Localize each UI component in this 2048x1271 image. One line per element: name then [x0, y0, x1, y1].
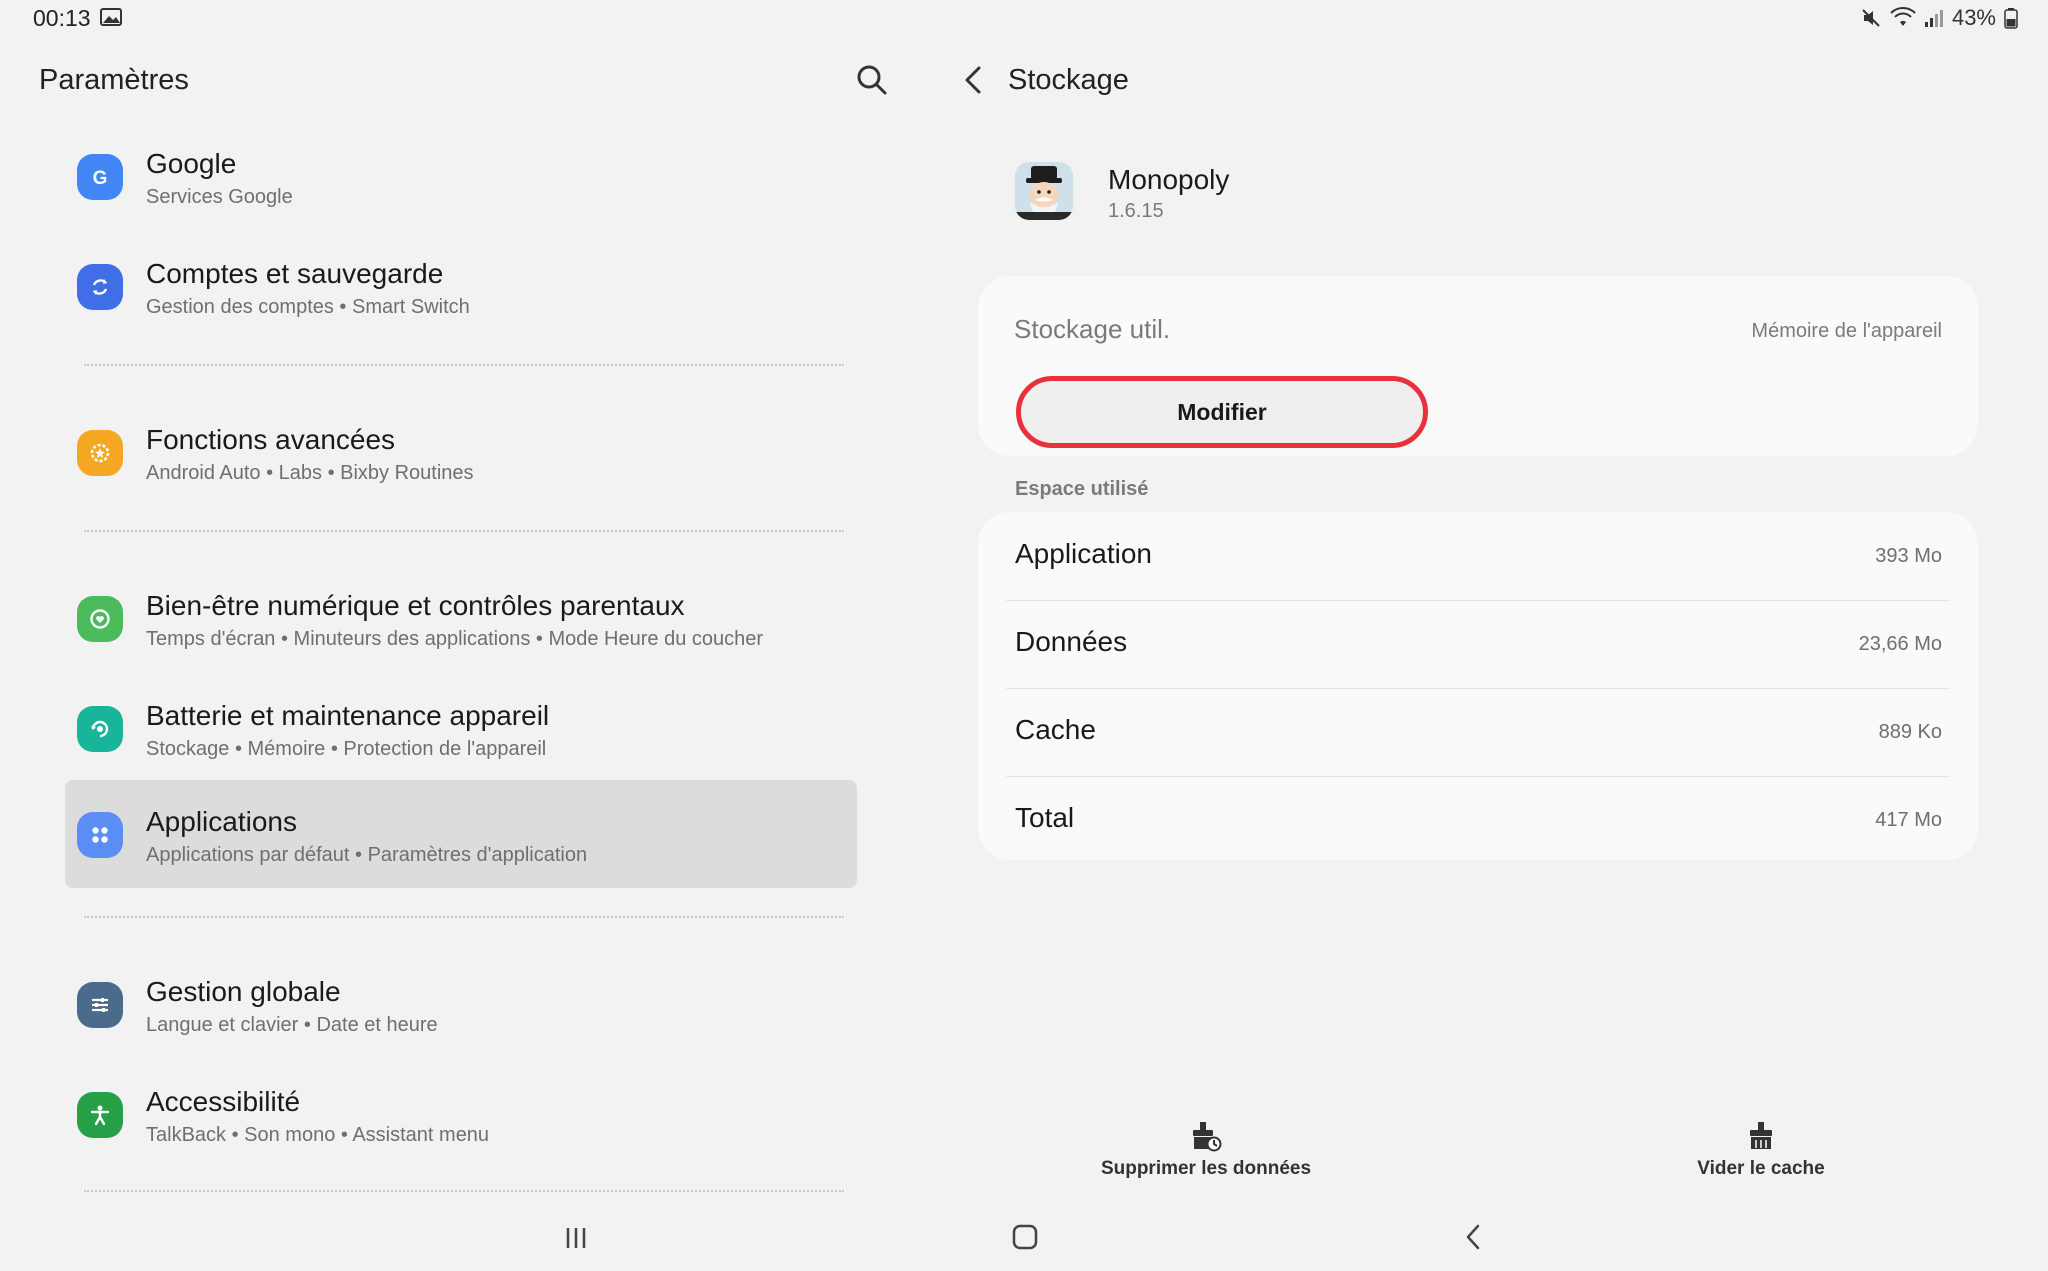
- storage-label: Stockage util.: [1014, 314, 1171, 344]
- back-icon[interactable]: [1452, 1218, 1496, 1258]
- usage-value: 417 Mo: [1875, 809, 1942, 831]
- menu-item-title: Fonctions avancées: [146, 424, 396, 455]
- modify-button[interactable]: Modifier: [1016, 376, 1428, 448]
- menu-item-google[interactable]: G Google Services Google: [65, 124, 857, 232]
- storage-title: Stockage: [1008, 64, 1129, 96]
- menu-item-digital-wellbeing[interactable]: Bien-être numérique et contrôles parenta…: [65, 566, 857, 674]
- screen: 00:13 43% Paramètres G Google Services G…: [0, 0, 2048, 1271]
- menu-item-title: Google: [146, 148, 237, 179]
- mute-icon: [1862, 9, 1880, 27]
- apps-icon: [77, 812, 123, 858]
- app-header: Monopoly 1.6.15: [1015, 158, 1615, 258]
- menu-item-title: Bien-être numérique et contrôles parenta…: [146, 590, 685, 621]
- svg-text:G: G: [93, 168, 108, 189]
- app-name: Monopoly: [1108, 164, 1230, 195]
- star-gear-icon: [77, 430, 123, 476]
- menu-item-accounts[interactable]: Comptes et sauvegarde Gestion des compte…: [65, 234, 857, 342]
- home-icon[interactable]: [1003, 1218, 1047, 1258]
- clear-cache-button[interactable]: Vider le cache: [1611, 1120, 1911, 1200]
- usage-name: Cache: [1015, 714, 1096, 745]
- usage-value: 23,66 Mo: [1858, 633, 1942, 655]
- menu-item-battery-care[interactable]: Batterie et maintenance appareil Stockag…: [65, 676, 857, 784]
- usage-row-cache: Cache 889 Ko: [978, 688, 1978, 776]
- battery-care-icon: [77, 706, 123, 752]
- usage-name: Total: [1015, 802, 1075, 833]
- monopoly-app-icon: [1015, 162, 1073, 220]
- menu-item-subtitle: Services Google: [146, 186, 293, 208]
- usage-row-data: Données 23,66 Mo: [978, 600, 1978, 688]
- wellbeing-icon: [77, 596, 123, 642]
- wifi-icon: [1890, 7, 1916, 26]
- app-version: 1.6.15: [1108, 200, 1164, 222]
- recent-apps-icon[interactable]: [554, 1218, 598, 1258]
- usage-value: 393 Mo: [1875, 545, 1942, 567]
- menu-item-subtitle: Applications par défaut • Paramètres d'a…: [146, 844, 588, 866]
- divider: [84, 364, 844, 366]
- menu-item-subtitle: Langue et clavier • Date et heure: [146, 1014, 438, 1036]
- clear-data-label: Supprimer les données: [1100, 1158, 1312, 1179]
- signal-icon: [1924, 10, 1943, 27]
- menu-item-subtitle: Stockage • Mémoire • Protection de l'app…: [146, 738, 547, 760]
- storage-location: Mémoire de l'appareil: [1751, 320, 1942, 342]
- status-icons: 43%: [1860, 5, 2018, 31]
- usage-name: Données: [1015, 626, 1128, 657]
- sliders-icon: [77, 982, 123, 1028]
- storage-pane: Stockage Monopoly 1.6.15 Stockage util. …: [940, 38, 2048, 1228]
- settings-pane: Paramètres G Google Services Google Comp…: [0, 38, 940, 1228]
- back-arrow-icon[interactable]: [954, 60, 994, 100]
- clear-cache-label: Vider le cache: [1697, 1158, 1825, 1179]
- google-icon: G: [77, 154, 123, 200]
- menu-item-applications[interactable]: Applications Applications par défaut • P…: [65, 780, 857, 888]
- status-bar: 00:13 43%: [0, 0, 2048, 38]
- usage-row-total: Total 417 Mo: [978, 776, 1978, 864]
- accessibility-icon: [77, 1092, 123, 1138]
- menu-item-accessibility[interactable]: Accessibilité TalkBack • Son mono • Assi…: [65, 1062, 857, 1170]
- section-label-used-space: Espace utilisé: [1015, 478, 1149, 500]
- divider: [84, 530, 844, 532]
- status-time: 00:13: [33, 5, 91, 31]
- search-icon[interactable]: [852, 60, 892, 100]
- menu-item-subtitle: Android Auto • Labs • Bixby Routines: [146, 462, 474, 484]
- gallery-icon: [100, 8, 122, 26]
- page-title: Paramètres: [39, 64, 189, 96]
- usage-value: 889 Ko: [1878, 721, 1942, 743]
- storage-location-card: Stockage util. Mémoire de l'appareil Mod…: [978, 276, 1978, 456]
- battery-percent: 43%: [1951, 5, 1996, 30]
- usage-row-application: Application 393 Mo: [978, 512, 1978, 600]
- divider: [84, 916, 844, 918]
- clear-data-icon: [1193, 1122, 1222, 1152]
- menu-item-advanced-features[interactable]: Fonctions avancées Android Auto • Labs •…: [65, 400, 857, 508]
- menu-item-subtitle: Gestion des comptes • Smart Switch: [146, 296, 470, 318]
- menu-item-title: Accessibilité: [146, 1086, 301, 1117]
- menu-item-title: Gestion globale: [146, 976, 341, 1007]
- menu-item-title: Applications: [146, 806, 297, 837]
- menu-item-subtitle: TalkBack • Son mono • Assistant menu: [146, 1124, 490, 1146]
- usage-name: Application: [1015, 538, 1152, 569]
- menu-item-general-management[interactable]: Gestion globale Langue et clavier • Date…: [65, 952, 857, 1060]
- menu-item-title: Comptes et sauvegarde: [146, 258, 444, 289]
- battery-icon: [2004, 8, 2018, 29]
- menu-item-title: Batterie et maintenance appareil: [146, 700, 550, 731]
- divider: [84, 1190, 844, 1192]
- clear-data-button[interactable]: Supprimer les données: [1056, 1120, 1356, 1200]
- navigation-bar: [0, 1208, 2048, 1271]
- broom-icon: [1750, 1122, 1772, 1149]
- usage-card: Application 393 Mo Données 23,66 Mo Cach…: [978, 512, 1978, 860]
- sync-icon: [77, 264, 123, 310]
- menu-item-subtitle: Temps d'écran • Minuteurs des applicatio…: [146, 628, 764, 650]
